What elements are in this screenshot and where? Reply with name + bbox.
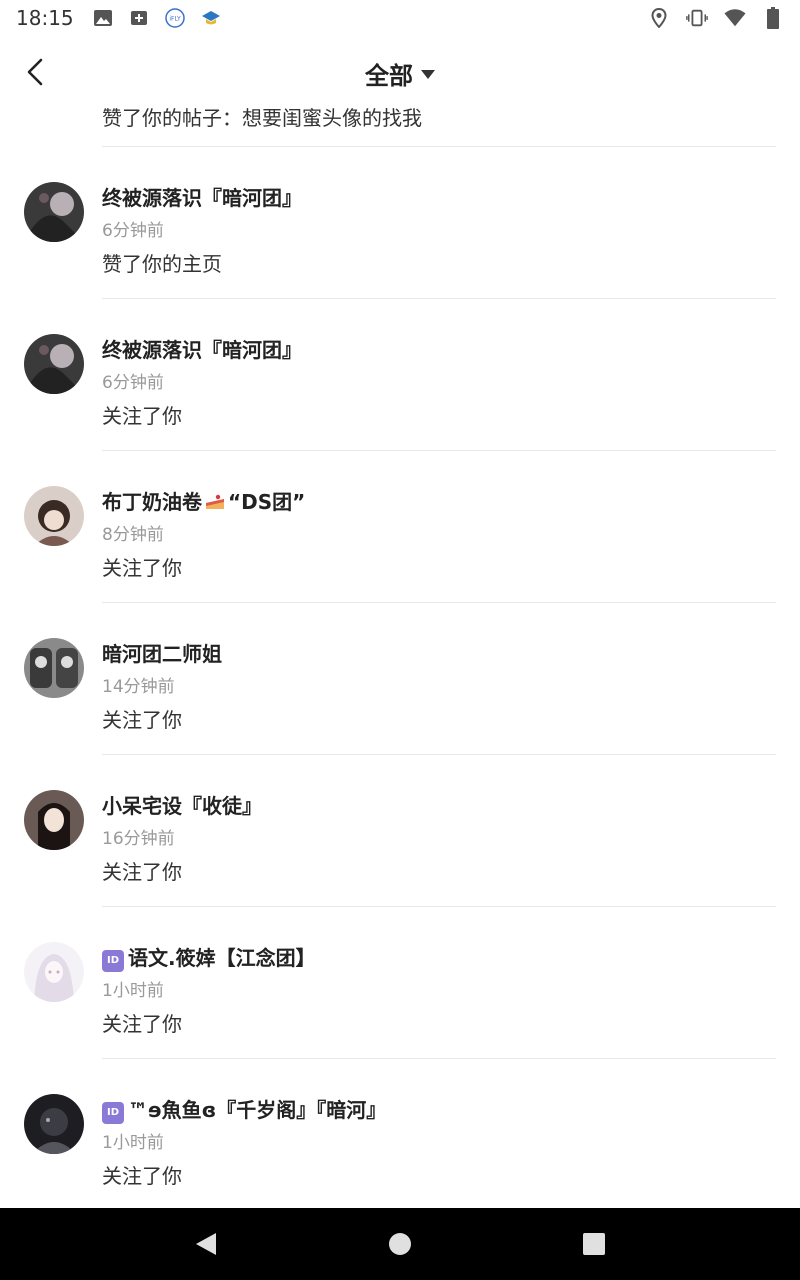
user-name[interactable]: 暗河团二师姐 xyxy=(102,638,222,667)
user-name[interactable]: ID ™ɘ魚鱼ɞ『千岁阁』『暗河』 xyxy=(102,1094,386,1124)
vibrate-icon xyxy=(686,7,708,29)
avatar[interactable] xyxy=(24,334,84,394)
notification-time: 16分钟前 xyxy=(102,829,175,849)
caret-down-icon xyxy=(421,70,435,79)
filter-dropdown[interactable]: 全部 xyxy=(0,56,800,91)
user-name[interactable]: 终被源落识『暗河团』 xyxy=(102,182,302,211)
list-item[interactable]: ID 语文.筱婞【江念团】 1小时前 关注了你 xyxy=(0,906,800,1058)
notification-list[interactable]: 赞了你的帖子：想要闺蜜头像的找我 终被源落识『暗河团』 6分钟前 赞了你的主页 … xyxy=(0,96,800,1208)
user-name-text: 语文.筱婞【江念团】 xyxy=(128,946,316,970)
notification-action: 关注了你 xyxy=(102,1164,182,1188)
recents-square-icon[interactable] xyxy=(572,1222,616,1266)
notification-time: 8分钟前 xyxy=(102,525,164,545)
status-right-icons xyxy=(648,7,784,29)
notification-action: 关注了你 xyxy=(102,708,182,732)
id-badge-icon: ID xyxy=(102,950,124,972)
avatar[interactable] xyxy=(24,486,84,546)
home-circle-icon[interactable] xyxy=(378,1222,422,1266)
list-item[interactable]: ID ™ɘ魚鱼ɞ『千岁阁』『暗河』 1小时前 关注了你 xyxy=(0,1058,800,1208)
plus-box-icon xyxy=(128,7,150,29)
notification-action: 关注了你 xyxy=(102,1012,182,1036)
status-bar: 18:15 iFLY xyxy=(0,0,800,36)
notification-time: 1小时前 xyxy=(102,1133,164,1153)
user-name[interactable]: 终被源落识『暗河团』 xyxy=(102,334,302,363)
list-item[interactable]: 小呆宅设『收徒』 16分钟前 关注了你 xyxy=(0,754,800,906)
user-name[interactable]: 小呆宅设『收徒』 xyxy=(102,790,262,819)
notification-action: 关注了你 xyxy=(102,556,182,580)
notification-action: 关注了你 xyxy=(102,860,182,884)
notification-time: 14分钟前 xyxy=(102,677,175,697)
status-time: 18:15 xyxy=(16,6,74,30)
page-title: 全部 xyxy=(365,62,413,90)
svg-text:iFLY: iFLY xyxy=(169,16,181,23)
location-icon xyxy=(648,7,670,29)
back-triangle-icon[interactable] xyxy=(184,1222,228,1266)
battery-icon xyxy=(762,7,784,29)
avatar[interactable] xyxy=(24,638,84,698)
user-name-text: ™ɘ魚鱼ɞ『千岁阁』『暗河』 xyxy=(128,1098,387,1122)
user-name-suffix: “DS团” xyxy=(228,490,306,514)
list-item[interactable]: 布丁奶油卷 “DS团” 8分钟前 关注了你 xyxy=(0,450,800,602)
avatar[interactable] xyxy=(24,182,84,242)
cake-icon xyxy=(206,494,224,509)
edu-cap-icon xyxy=(200,7,222,29)
list-item[interactable]: 赞了你的帖子：想要闺蜜头像的找我 xyxy=(0,96,800,146)
avatar[interactable] xyxy=(24,790,84,850)
notification-time: 6分钟前 xyxy=(102,373,164,393)
notification-action: 关注了你 xyxy=(102,404,182,428)
user-name-prefix: 布丁奶油卷 xyxy=(102,490,202,514)
avatar[interactable] xyxy=(24,942,84,1002)
image-icon xyxy=(92,7,114,29)
notification-time: 1小时前 xyxy=(102,981,164,1001)
notification-action: 赞了你的帖子：想要闺蜜头像的找我 xyxy=(102,106,422,130)
system-nav-bar xyxy=(0,1208,800,1280)
user-name[interactable]: ID 语文.筱婞【江念团】 xyxy=(102,942,316,972)
notification-action: 赞了你的主页 xyxy=(102,252,222,276)
list-item[interactable]: 暗河团二师姐 14分钟前 关注了你 xyxy=(0,602,800,754)
list-item[interactable]: 终被源落识『暗河团』 6分钟前 关注了你 xyxy=(0,298,800,450)
list-item[interactable]: 终被源落识『暗河团』 6分钟前 赞了你的主页 xyxy=(0,146,800,298)
id-badge-icon: ID xyxy=(102,1102,124,1124)
avatar[interactable] xyxy=(24,1094,84,1154)
user-name[interactable]: 布丁奶油卷 “DS团” xyxy=(102,486,305,515)
status-left-icons: iFLY xyxy=(92,7,222,29)
ifly-icon: iFLY xyxy=(164,7,186,29)
wifi-icon xyxy=(724,7,746,29)
notification-time: 6分钟前 xyxy=(102,221,164,241)
